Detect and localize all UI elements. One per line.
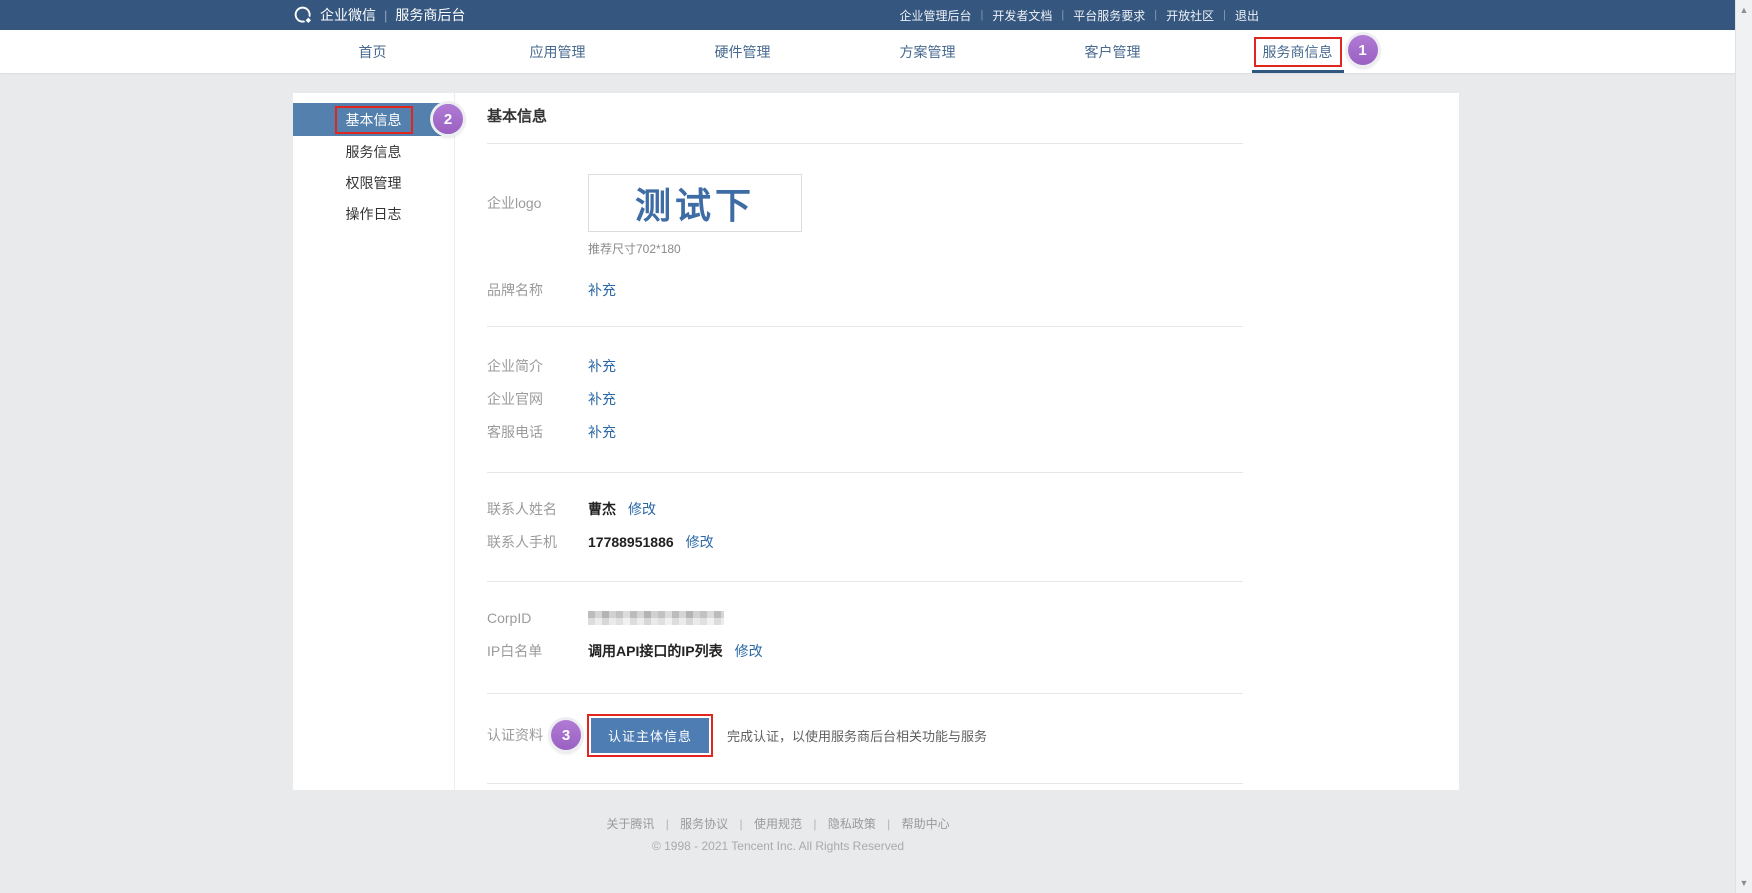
field-value: 17788951886	[588, 534, 674, 550]
tab-home[interactable]: 首页	[280, 30, 465, 73]
sidebar-item-basic-info[interactable]: 基本信息 2	[293, 103, 454, 136]
topbar-link-platform-requirements[interactable]: 平台服务要求	[1073, 7, 1145, 24]
separator: |	[813, 817, 816, 831]
field-label: 企业logo	[487, 193, 588, 213]
topbar: 企业微信 | 服务商后台 企业管理后台 | 开发者文档 | 平台服务要求 | 开…	[0, 0, 1752, 30]
separator: |	[1061, 9, 1064, 21]
sidebar-item-label: 基本信息	[346, 112, 402, 128]
brand-logo[interactable]: 企业微信 | 服务商后台	[293, 5, 465, 26]
field-label: 品牌名称	[487, 280, 588, 300]
scroll-up-arrow[interactable]: ▲	[1736, 5, 1752, 15]
tab-label: 服务商信息	[1263, 44, 1333, 60]
tab-app-management[interactable]: 应用管理	[465, 30, 650, 73]
topbar-link-logout[interactable]: 退出	[1235, 7, 1259, 24]
annotation-box-1: 服务商信息	[1254, 37, 1342, 67]
field-label: 联系人姓名	[487, 499, 588, 519]
tab-label: 首页	[359, 42, 387, 62]
company-logo-box[interactable]: 测试下	[588, 174, 802, 232]
logo-size-hint: 推荐尺寸702*180	[588, 240, 1459, 257]
separator: |	[1223, 9, 1226, 21]
separator: |	[666, 817, 669, 831]
tab-service-provider-info[interactable]: 服务商信息 1	[1205, 30, 1390, 73]
sidebar-item-label: 权限管理	[346, 173, 402, 193]
tab-label: 方案管理	[900, 42, 956, 62]
separator: |	[981, 9, 984, 21]
footer-link-usage-rules[interactable]: 使用规范	[754, 817, 802, 831]
sidebar: 基本信息 2 服务信息 权限管理 操作日志	[293, 93, 455, 790]
brand-name: 企业微信	[320, 5, 376, 25]
active-tab-underline	[1252, 70, 1344, 73]
verify-subject-info-button[interactable]: 认证主体信息	[591, 718, 709, 753]
topbar-link-developer-docs[interactable]: 开发者文档	[992, 7, 1052, 24]
form-row-contact-mobile: 联系人手机 17788951886 修改	[487, 525, 1459, 558]
form-row-contact-name: 联系人姓名 曹杰 修改	[487, 492, 1459, 525]
sidebar-item-service-info[interactable]: 服务信息	[293, 136, 454, 167]
annotation-badge-3: 3	[551, 720, 581, 750]
supplement-link[interactable]: 补充	[588, 389, 616, 409]
tab-hardware-management[interactable]: 硬件管理	[650, 30, 835, 73]
modify-link[interactable]: 修改	[735, 641, 763, 661]
tab-label: 硬件管理	[715, 42, 771, 62]
supplement-link[interactable]: 补充	[588, 422, 616, 442]
supplement-link[interactable]: 补充	[588, 356, 616, 376]
separator: |	[887, 817, 890, 831]
sidebar-item-permission-management[interactable]: 权限管理	[293, 167, 454, 198]
form-row-ip-whitelist: IP白名单 调用API接口的IP列表 修改	[487, 634, 1459, 667]
tab-customer-management[interactable]: 客户管理	[1020, 30, 1205, 73]
company-logo-text: 测试下	[635, 177, 755, 229]
wecom-chat-bubble-icon	[293, 5, 314, 26]
tab-solution-management[interactable]: 方案管理	[835, 30, 1020, 73]
field-value: 曹杰	[588, 499, 616, 519]
field-label: 客服电话	[487, 422, 588, 442]
content-card: 基本信息 2 服务信息 权限管理 操作日志 基本信息 企业logo 测试下 推荐…	[293, 93, 1459, 790]
corpid-redacted-value	[588, 611, 724, 625]
field-label: 联系人手机	[487, 532, 588, 552]
modify-link[interactable]: 修改	[686, 532, 714, 552]
scrollbar[interactable]: ▲ ▼	[1735, 0, 1752, 893]
annotation-box-2: 基本信息	[335, 106, 413, 134]
page-title: 基本信息	[487, 107, 1459, 127]
topbar-link-enterprise-admin[interactable]: 企业管理后台	[899, 7, 971, 24]
tab-label: 应用管理	[530, 42, 586, 62]
form-row-corpid: CorpID	[487, 601, 1459, 634]
sidebar-item-operation-log[interactable]: 操作日志	[293, 198, 454, 229]
separator: |	[384, 8, 387, 23]
certification-description: 完成认证，以使用服务商后台相关功能与服务	[727, 726, 987, 745]
form-row-company-website: 企业官网 补充	[487, 382, 1459, 415]
field-label: IP白名单	[487, 641, 588, 661]
field-label: CorpID	[487, 610, 588, 626]
field-label: 企业简介	[487, 356, 588, 376]
sidebar-item-label: 操作日志	[346, 204, 402, 224]
modify-link[interactable]: 修改	[628, 499, 656, 519]
separator: |	[740, 817, 743, 831]
sidebar-item-label: 服务信息	[346, 142, 402, 162]
footer-link-service-agreement[interactable]: 服务协议	[680, 817, 728, 831]
annotation-badge-2: 2	[433, 104, 463, 134]
field-label: 企业官网	[487, 389, 588, 409]
form-row-service-phone: 客服电话 补充	[487, 415, 1459, 448]
footer: 关于腾讯 | 服务协议 | 使用规范 | 隐私政策 | 帮助中心 © 1998 …	[293, 815, 1263, 853]
annotation-badge-1: 1	[1348, 35, 1378, 65]
divider	[487, 783, 1243, 784]
form-row-certification: 认证资料 3 认证主体信息 完成认证，以使用服务商后台相关功能与服务	[487, 713, 1459, 757]
footer-link-help-center[interactable]: 帮助中心	[902, 817, 950, 831]
annotation-box-3: 认证主体信息	[587, 714, 713, 757]
form-row-brand-name: 品牌名称 补充	[487, 273, 1459, 306]
footer-link-about-tencent[interactable]: 关于腾讯	[606, 817, 654, 831]
tab-label: 客户管理	[1085, 42, 1141, 62]
copyright-text: © 1998 - 2021 Tencent Inc. All Rights Re…	[293, 839, 1263, 853]
main-nav: 首页 应用管理 硬件管理 方案管理 客户管理 服务商信息 1	[0, 30, 1752, 73]
main-content: 基本信息 企业logo 测试下 推荐尺寸702*180 品牌名称 补充 企业简介…	[455, 93, 1459, 790]
field-value: 调用API接口的IP列表	[588, 641, 723, 661]
scroll-down-arrow[interactable]: ▼	[1736, 878, 1752, 888]
footer-link-privacy-policy[interactable]: 隐私政策	[828, 817, 876, 831]
field-label: 认证资料	[487, 725, 551, 745]
product-name: 服务商后台	[395, 5, 465, 25]
supplement-link[interactable]: 补充	[588, 280, 616, 300]
form-row-company-intro: 企业简介 补充	[487, 349, 1459, 382]
separator: |	[1154, 9, 1157, 21]
topbar-link-open-community[interactable]: 开放社区	[1166, 7, 1214, 24]
